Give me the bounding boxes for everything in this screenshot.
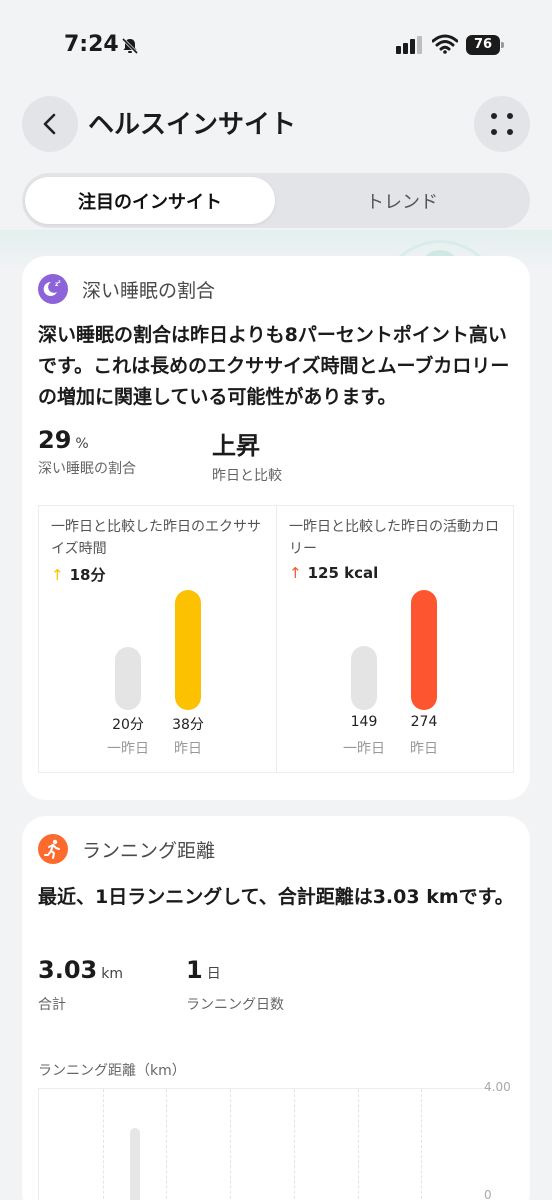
exercise-after-value: 38分: [172, 717, 204, 733]
chart-gridline: [230, 1089, 231, 1200]
total-label: 合計: [38, 997, 66, 1013]
chart-gridline: [166, 1089, 167, 1200]
tab-featured-insights[interactable]: 注目のインサイト: [25, 177, 275, 224]
calories-after-label: 昨日: [410, 741, 438, 757]
dot-icon: [491, 113, 497, 119]
deep-sleep-card[interactable]: z z 深い睡眠の割合 深い睡眠の割合は昨日よりも8パーセントポイント高いです。…: [22, 256, 530, 800]
trend-label: 昨日と比較: [212, 468, 282, 484]
calories-bar-before: [351, 646, 377, 710]
chart-gridline: [294, 1089, 295, 1200]
days-label: ランニング日数: [186, 997, 284, 1013]
exercise-delta: ↑ 18分: [51, 564, 105, 585]
running-icon: [38, 834, 68, 864]
calories-delta: ↑ 125 kcal: [289, 564, 378, 582]
battery-indicator: 76: [466, 35, 504, 55]
chart-title: ランニング距離（km）: [38, 1063, 186, 1079]
exercise-title: 一昨日と比較した昨日のエクササイズ時間: [51, 519, 261, 557]
card-title: ランニング距離: [82, 839, 216, 862]
running-description: 最近、1日ランニングして、合計距離は3.03 kmです。: [38, 886, 514, 908]
card-title: 深い睡眠の割合: [82, 279, 216, 302]
running-distance-chart: [38, 1088, 484, 1200]
chart-bar: [130, 1128, 140, 1200]
tab-bar: 注目のインサイト トレンド: [22, 173, 530, 228]
wifi-icon: [432, 34, 458, 54]
status-bar: 7:24 76: [0, 0, 552, 90]
days-value: 1: [186, 956, 203, 984]
exercise-after-label: 昨日: [174, 741, 202, 757]
calories-delta-value: 125 kcal: [307, 564, 379, 582]
arrow-up-icon: ↑: [289, 564, 302, 582]
exercise-before-label: 一昨日: [107, 741, 149, 757]
arrow-up-icon: ↑: [51, 565, 64, 584]
signal-icon: [396, 36, 422, 54]
exercise-before-value: 20分: [112, 717, 144, 733]
card-header: ランニング距離: [38, 834, 215, 864]
running-distance-card[interactable]: ランニング距離 最近、1日ランニングして、合計距離は3.03 kmです。 3.0…: [22, 816, 530, 1200]
total-value: 3.03: [38, 956, 98, 984]
dot-icon: [507, 129, 513, 135]
trend-value: 上昇: [212, 432, 260, 460]
running-days-metric: 1日 ランニング日数: [186, 956, 284, 1014]
y-axis-min: 0: [484, 1188, 492, 1200]
metric-value: 29: [38, 426, 72, 454]
chart-gridline: [421, 1089, 422, 1200]
more-options-button[interactable]: [474, 96, 530, 152]
calories-comparison: 一昨日と比較した昨日の活動カロリー ↑ 125 kcal 149 274 一昨日…: [277, 506, 514, 772]
bell-muted-icon: [121, 37, 139, 55]
exercise-delta-value: 18分: [69, 566, 106, 584]
status-time: 7:24: [64, 32, 119, 57]
metric-unit: %: [75, 436, 89, 452]
sleep-moon-icon: z z: [38, 274, 68, 304]
calories-title: 一昨日と比較した昨日の活動カロリー: [289, 519, 499, 557]
sleep-ratio-metric: 29% 深い睡眠の割合: [38, 426, 136, 478]
days-unit: 日: [206, 966, 221, 982]
total-unit: km: [101, 966, 123, 982]
calories-before-value: 149: [350, 714, 378, 730]
exercise-bar-before: [115, 647, 141, 710]
dot-icon: [491, 129, 497, 135]
calories-before-label: 一昨日: [343, 741, 385, 757]
card-header: z z 深い睡眠の割合: [38, 274, 215, 304]
trend-metric: 上昇 昨日と比較: [212, 426, 282, 485]
back-button[interactable]: [22, 96, 78, 152]
exercise-bar-after: [175, 590, 201, 710]
insight-description: 深い睡眠の割合は昨日よりも8パーセントポイント高いです。これは長めのエクササイズ…: [38, 324, 510, 408]
chevron-left-icon: [43, 113, 56, 135]
calories-after-value: 274: [410, 714, 438, 730]
calories-bar-after: [411, 590, 437, 710]
tab-trends[interactable]: トレンド: [277, 177, 527, 224]
page-title: ヘルスインサイト: [88, 110, 297, 140]
total-distance-metric: 3.03 km 合計: [38, 956, 123, 1014]
y-axis-max: 4.00: [484, 1080, 511, 1094]
svg-text:z: z: [58, 280, 61, 285]
metric-label: 深い睡眠の割合: [38, 461, 136, 477]
chart-gridline: [103, 1089, 104, 1200]
dot-icon: [507, 113, 513, 119]
comparison-panel: 一昨日と比較した昨日のエクササイズ時間 ↑ 18分 20分 38分 一昨日 昨日…: [38, 505, 514, 773]
chart-gridline: [358, 1089, 359, 1200]
exercise-comparison: 一昨日と比較した昨日のエクササイズ時間 ↑ 18分 20分 38分 一昨日 昨日: [39, 506, 276, 772]
